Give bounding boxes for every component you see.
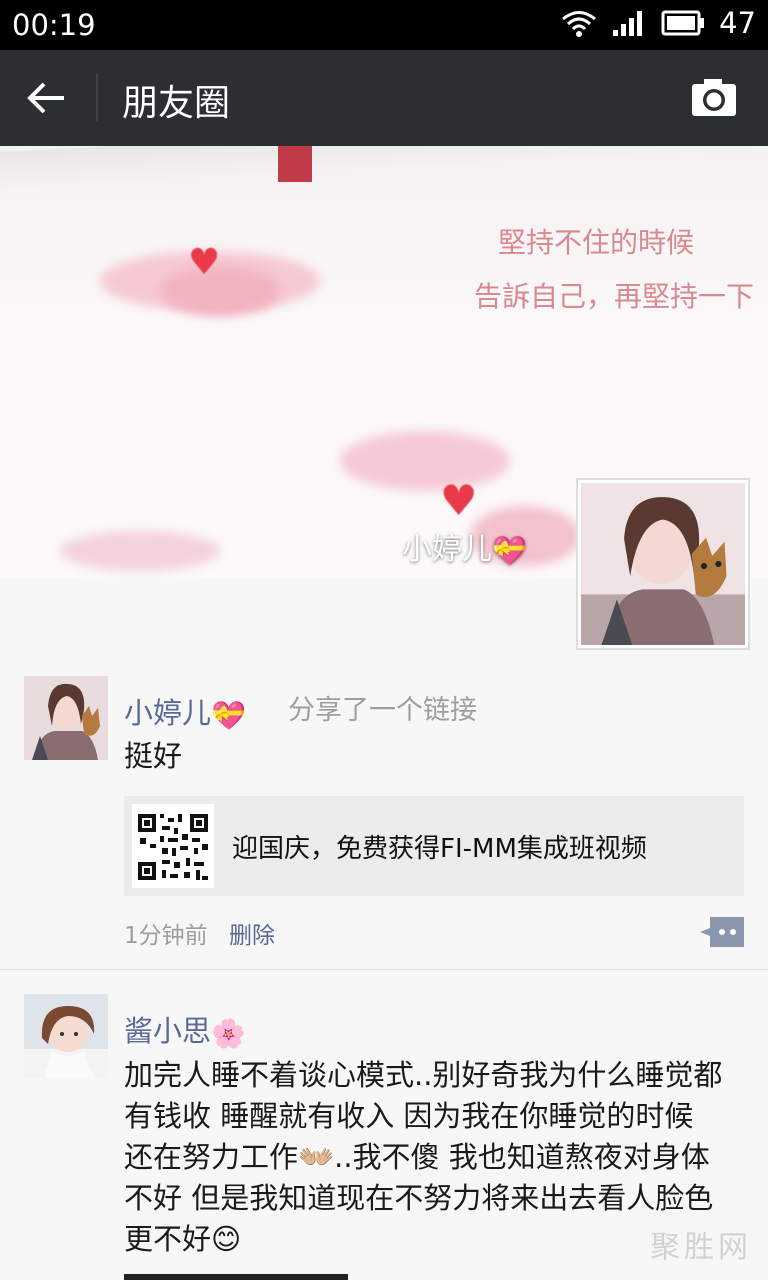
title-bar: 朋友圈 [0,50,768,146]
cherry-blossom-emoji: 🌸 [211,1016,246,1050]
post-text-line: 还在努力工作👐🏼..我不傻 我也知道熬夜对身体 [124,1140,710,1174]
back-button[interactable] [24,76,72,120]
moment-post: 小婷儿💝 分享了一个链接 挺好 迎国庆，免费获得FI-MM集成班视频 1分钟前 … [0,676,768,968]
status-bar: 00:19 47 [0,0,768,50]
post-text-line: 有钱收 睡醒就有收入 因为我在你睡觉的时候 [124,1099,694,1133]
gift-heart-emoji: 💝 [211,698,246,732]
post-text-line: 加完人睡不着谈心模式..别好奇我为什么睡觉都 [124,1058,723,1092]
battery-level: 47 [719,6,756,40]
profile-name: 小婷儿💝 [402,532,527,567]
avatar[interactable] [24,994,108,1078]
link-title[interactable]: 迎国庆，免费获得FI-MM集成班视频 [232,828,647,865]
post-author[interactable]: 小婷儿💝 [124,690,246,732]
wifi-icon [562,11,597,37]
post-author[interactable]: 酱小思🌸 [124,1008,246,1050]
back-arrow-icon [27,82,64,114]
link-card[interactable]: 迎国庆，免费获得FI-MM集成班视频 [124,796,744,896]
avatar[interactable] [24,676,108,760]
post-divider [0,969,768,970]
watermark: 聚胜网 [650,1230,752,1265]
comment-button[interactable] [700,917,744,947]
delete-link[interactable]: 删除 [229,916,275,950]
post-action: 分享了一个链接 [288,695,477,726]
battery-icon [661,10,705,36]
avatar-photo [581,483,745,645]
heart-decoration: ♥ [440,476,478,525]
qr-code-thumbnail [132,804,214,888]
camera-icon [692,79,736,116]
profile-avatar[interactable] [576,478,750,650]
comment-icon [700,917,744,947]
cover-quote: 堅持不住的時候 告訴自己，再堅持一下 [473,226,754,313]
camera-button[interactable] [690,76,738,120]
post-text-line: 不好 但是我知道现在不努力将来出去看人脸色 [124,1181,714,1215]
status-icons: 47 [561,6,756,40]
post-image-preview[interactable] [124,1274,348,1280]
gift-heart-emoji: 💝 [492,534,527,567]
post-time: 1分钟前 [124,923,208,949]
title-divider [96,74,98,122]
post-text: 挺好 [124,739,183,773]
status-time: 00:19 [12,8,96,42]
heart-decoration: ♥ [188,242,221,283]
page-title: 朋友圈 [122,83,231,124]
signal-icon [613,11,643,36]
